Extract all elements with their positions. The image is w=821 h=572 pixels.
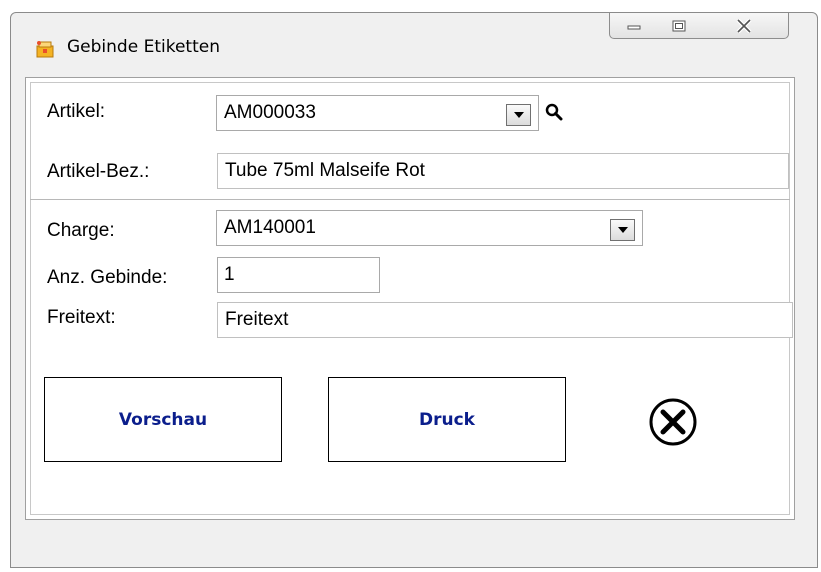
charge-dropdown-button[interactable] (610, 219, 635, 241)
artikel-dropdown-button[interactable] (506, 104, 531, 126)
artikel-bez-label: Artikel-Bez.: (47, 161, 150, 182)
search-icon[interactable] (545, 103, 563, 121)
anz-gebinde-value: 1 (224, 264, 235, 285)
charge-value: AM140001 (224, 217, 316, 238)
charge-label: Charge: (47, 220, 115, 241)
artikel-combobox[interactable]: AM000033 (216, 95, 539, 131)
artikel-value: AM000033 (224, 102, 316, 123)
chevron-down-icon (617, 227, 628, 233)
minimize-button[interactable] (609, 13, 658, 39)
close-button[interactable] (700, 13, 789, 39)
close-circle-icon[interactable] (647, 396, 699, 448)
section-divider (30, 199, 790, 200)
minimize-icon (627, 25, 640, 29)
freitext-label: Freitext: (47, 307, 116, 328)
freitext-value: Freitext (225, 309, 289, 330)
print-button[interactable]: Druck (328, 377, 566, 462)
close-icon (736, 18, 752, 33)
anz-gebinde-label: Anz. Gebinde: (47, 267, 168, 288)
preview-button-label: Vorschau (118, 409, 208, 430)
artikel-label: Artikel: (47, 101, 106, 122)
maximize-button[interactable] (657, 13, 701, 39)
artikel-bez-field: Tube 75ml Malseife Rot (217, 153, 789, 189)
app-icon (36, 41, 54, 58)
preview-button[interactable]: Vorschau (44, 377, 282, 462)
freitext-input[interactable]: Freitext (217, 302, 793, 338)
print-button-label: Druck (419, 409, 475, 430)
form-panel: Artikel: AM000033 Artikel-Bez.: Tube 75m… (25, 77, 795, 520)
artikel-bez-value: Tube 75ml Malseife Rot (225, 160, 425, 181)
window-title: Gebinde Etiketten (67, 37, 220, 57)
window: Gebinde Etiketten Artikel: AM000033 Arti… (10, 12, 818, 568)
maximize-icon (672, 20, 685, 31)
anz-gebinde-input[interactable]: 1 (217, 257, 380, 293)
title-bar: Gebinde Etiketten (11, 13, 817, 77)
status-bar (11, 527, 817, 567)
chevron-down-icon (513, 112, 524, 118)
charge-combobox[interactable]: AM140001 (216, 210, 643, 246)
